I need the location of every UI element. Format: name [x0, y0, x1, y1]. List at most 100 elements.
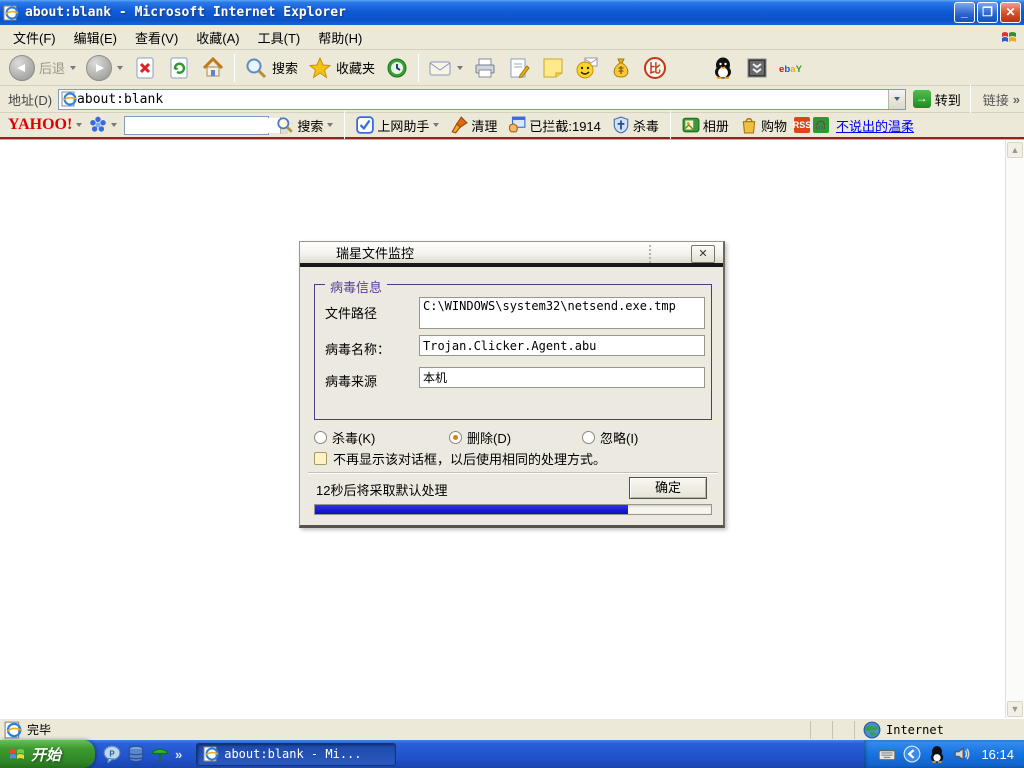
edit-icon: [510, 58, 530, 78]
compare-button[interactable]: 比: [638, 52, 672, 84]
rising-monitor-dialog: 瑞星文件监控 ✕ 病毒信息 文件路径 病毒名称： 病毒来源 杀毒(K): [299, 241, 725, 528]
yahoo-separator: [669, 111, 671, 139]
file-path-field[interactable]: [419, 297, 705, 329]
yahoo-logo[interactable]: YAHOO!: [8, 116, 72, 134]
virus-name-field[interactable]: [419, 335, 705, 356]
taskbar-task-button[interactable]: about:blank - Mi...: [196, 742, 397, 766]
keyboard-icon[interactable]: [878, 745, 896, 763]
umbrella-icon[interactable]: [151, 745, 169, 763]
dialog-title-bar[interactable]: 瑞星文件监控 ✕: [300, 242, 723, 267]
qq-button[interactable]: [706, 52, 740, 84]
download-manager-button[interactable]: [740, 52, 774, 84]
address-label: 地址(D): [8, 92, 53, 108]
address-input[interactable]: [77, 90, 888, 108]
quicklaunch-overflow-chevron[interactable]: »: [175, 747, 182, 762]
radio-kill[interactable]: 杀毒(K): [314, 428, 449, 447]
virus-info-label: 病毒信息: [325, 277, 388, 296]
task-label: about:blank - Mi...: [224, 747, 362, 761]
flower-button[interactable]: [85, 114, 121, 136]
refresh-icon: [170, 57, 188, 78]
search-button[interactable]: 搜索: [239, 52, 303, 84]
yahoo-search-button[interactable]: 搜索: [272, 114, 337, 137]
forward-icon: [86, 54, 113, 81]
restore-button[interactable]: ❐: [977, 2, 998, 23]
back-dropdown-icon: [70, 65, 77, 70]
links-overflow-chevron[interactable]: »: [1013, 92, 1020, 107]
dont-show-checkbox-row[interactable]: 不再显示该对话框，以后使用相同的处理方式。: [314, 449, 606, 468]
yahoo-search-input[interactable]: [125, 117, 281, 133]
ie-icon: [3, 5, 19, 20]
print-button[interactable]: [468, 52, 502, 84]
hide-icons-chevron[interactable]: [903, 745, 921, 763]
favorites-button[interactable]: 收藏夹: [303, 52, 380, 84]
yahoo-dropdown-icon[interactable]: [76, 123, 83, 127]
menu-favorites[interactable]: 收藏(A): [187, 25, 248, 50]
edit-button[interactable]: [502, 52, 536, 84]
status-text: 完毕: [27, 723, 52, 737]
headphones-icon[interactable]: 🎧: [812, 117, 829, 133]
countdown-text: 12秒后将采取默认处理: [316, 483, 448, 498]
page-content: ▲ ▼ 瑞星文件监控 ✕ 病毒信息 文件路径 C:\WINDOWS\system…: [0, 139, 1024, 768]
mail-icon: [429, 61, 451, 75]
forward-dropdown-icon: [117, 65, 124, 70]
music-link[interactable]: 不说出的温柔: [836, 116, 914, 135]
window-title: about:blank - Microsoft Internet Explore…: [25, 5, 346, 20]
stop-button[interactable]: [128, 52, 162, 84]
shopping-button[interactable]: 购物: [736, 114, 791, 137]
album-icon: [682, 117, 700, 133]
dialog-title: 瑞星文件监控: [336, 246, 415, 261]
ebay-icon: ebaY: [779, 64, 803, 75]
dialog-close-button[interactable]: ✕: [691, 245, 715, 263]
refresh-button[interactable]: [162, 52, 196, 84]
address-dropdown-button[interactable]: [887, 89, 905, 109]
assistant-button[interactable]: 上网助手: [352, 114, 443, 137]
menu-help[interactable]: 帮助(H): [309, 25, 371, 50]
globe-icon: [863, 721, 881, 738]
clean-button[interactable]: 清理: [446, 114, 501, 137]
blocked-icon: [509, 116, 526, 133]
menu-tools[interactable]: 工具(T): [249, 25, 310, 50]
tray-qq-icon[interactable]: [928, 745, 946, 763]
radio-delete[interactable]: 删除(D): [449, 428, 582, 447]
yahoo-toolbar: YAHOO! 搜索 上网助手 清理 已拦截:1914 杀毒 相册 购物 RSS …: [0, 111, 1024, 139]
links-label[interactable]: 链接: [983, 90, 1009, 109]
vertical-scrollbar[interactable]: ▲ ▼: [1005, 140, 1024, 719]
star-icon: [308, 56, 332, 79]
mail-button[interactable]: [423, 52, 468, 84]
close-button[interactable]: ✕: [1000, 2, 1021, 23]
menu-edit[interactable]: 编辑(E): [65, 25, 126, 50]
shield-icon: [613, 116, 629, 134]
virus-name-label: 病毒名称：: [325, 342, 391, 357]
minimize-button[interactable]: _: [954, 2, 975, 23]
album-button[interactable]: 相册: [678, 114, 733, 137]
start-button[interactable]: 开始: [0, 740, 95, 768]
home-button[interactable]: [196, 52, 230, 84]
volume-icon[interactable]: [953, 745, 971, 763]
popup-blocker-button[interactable]: 已拦截:1914: [504, 114, 605, 137]
go-button[interactable]: → 转到: [911, 89, 966, 110]
ok-button[interactable]: 确定: [629, 477, 707, 499]
notes-button[interactable]: [536, 52, 570, 84]
yahoo-separator: [344, 111, 346, 139]
forward-button[interactable]: [81, 52, 128, 84]
menu-view[interactable]: 查看(V): [126, 25, 187, 50]
home-icon: [202, 56, 224, 76]
title-bar: about:blank - Microsoft Internet Explore…: [0, 0, 1024, 25]
back-button[interactable]: 后退: [4, 52, 81, 84]
ebay-button[interactable]: ebaY: [774, 52, 808, 84]
smiley-mail-icon: [576, 57, 598, 78]
messenger-bubble-icon[interactable]: P: [103, 745, 121, 763]
messenger-button[interactable]: [570, 52, 604, 84]
scroll-up-button[interactable]: ▲: [1007, 142, 1023, 158]
antivirus-button[interactable]: 杀毒: [608, 114, 663, 137]
rss-icon[interactable]: RSS: [793, 117, 811, 133]
money-button[interactable]: [604, 52, 638, 84]
history-button[interactable]: [380, 52, 414, 84]
radio-ignore[interactable]: 忽略(I): [582, 428, 638, 447]
radio-icon: [582, 431, 595, 444]
database-icon[interactable]: [127, 745, 145, 763]
compare-glyph: 比: [649, 60, 661, 75]
scroll-down-button[interactable]: ▼: [1007, 701, 1023, 717]
virus-source-field[interactable]: [419, 367, 705, 388]
menu-file[interactable]: 文件(F): [4, 25, 65, 50]
